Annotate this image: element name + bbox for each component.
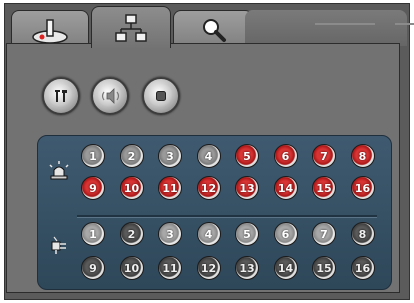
relay-channel-11-button[interactable]: 11 — [158, 256, 182, 280]
relay-channel-14-button[interactable]: 14 — [273, 256, 298, 280]
alarm-channel-13-button[interactable]: 13 — [235, 176, 259, 200]
relay-channel-6-button[interactable]: 6 — [273, 222, 298, 246]
tab-strip-background — [245, 10, 414, 46]
relay-channel-3-button[interactable]: 3 — [158, 222, 182, 246]
relay-channel-4-button[interactable]: 4 — [196, 222, 221, 246]
alarm-channel-5-button[interactable]: 5 — [235, 144, 259, 168]
relay-channel-15-button[interactable]: 15 — [312, 256, 336, 280]
relay-channel-7-button[interactable]: 7 — [312, 222, 336, 246]
alarm-channel-9-button[interactable]: 9 — [81, 176, 105, 200]
tab-network[interactable] — [91, 6, 171, 48]
speaker-button[interactable] — [91, 77, 129, 115]
joystick-icon — [30, 15, 70, 45]
alarm-light-icon — [46, 160, 72, 182]
alarm-channel-4-button[interactable]: 4 — [196, 144, 221, 168]
alarm-channel-6-button[interactable]: 6 — [273, 144, 298, 168]
alarm-channel-7-button[interactable]: 7 — [312, 144, 336, 168]
tools-icon — [52, 87, 70, 105]
alarm-channel-3-button[interactable]: 3 — [158, 144, 182, 168]
network-icon — [114, 13, 148, 45]
stop-icon — [155, 90, 167, 102]
speaker-icon — [99, 88, 121, 104]
alarm-channel-1-button[interactable]: 1 — [81, 144, 105, 168]
alarm-channel-14-button[interactable]: 14 — [273, 176, 298, 200]
relay-channel-2-button[interactable]: 2 — [119, 222, 144, 246]
relay-channel-13-button[interactable]: 13 — [235, 256, 259, 280]
alarm-channel-2-button[interactable]: 2 — [119, 144, 144, 168]
stop-button[interactable] — [142, 77, 180, 115]
relay-channel-12-button[interactable]: 12 — [196, 256, 221, 280]
relay-channel-8-button[interactable]: 8 — [350, 222, 375, 246]
relay-plug-icon — [48, 234, 72, 256]
alarm-channel-16-button[interactable]: 16 — [350, 176, 375, 200]
section-divider — [77, 215, 377, 218]
alarm-channel-12-button[interactable]: 12 — [196, 176, 221, 200]
relay-channel-5-button[interactable]: 5 — [235, 222, 259, 246]
alarm-channel-15-button[interactable]: 15 — [312, 176, 336, 200]
relay-channel-9-button[interactable]: 9 — [81, 256, 105, 280]
relay-channel-16-button[interactable]: 16 — [350, 256, 375, 280]
relay-channel-1-button[interactable]: 1 — [81, 222, 105, 246]
search-icon — [200, 16, 228, 44]
alarm-channel-8-button[interactable]: 8 — [350, 144, 375, 168]
tools-button[interactable] — [42, 77, 80, 115]
alarm-channel-11-button[interactable]: 11 — [158, 176, 182, 200]
relay-channel-10-button[interactable]: 10 — [119, 256, 144, 280]
alarm-channel-10-button[interactable]: 10 — [119, 176, 144, 200]
